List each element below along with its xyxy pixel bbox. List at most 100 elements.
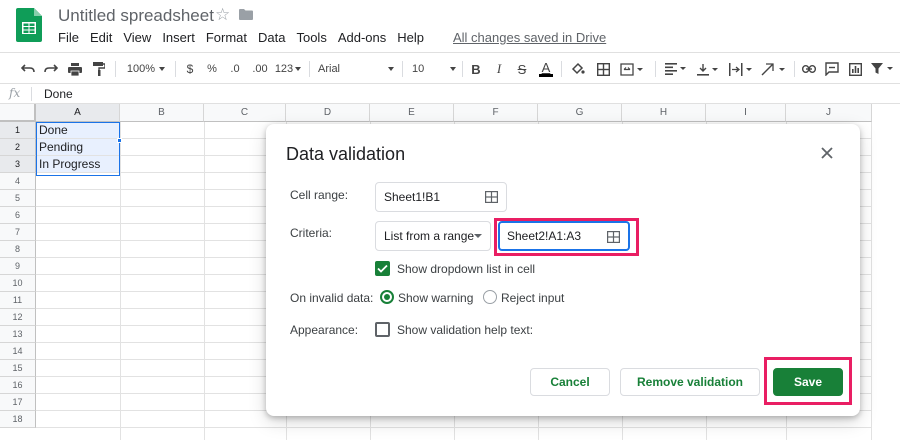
row-header-1[interactable]: 1	[0, 122, 36, 139]
column-header-j[interactable]: J	[786, 104, 872, 122]
column-header-a[interactable]: A	[36, 104, 120, 122]
dialog-title: Data validation	[286, 144, 406, 164]
insert-comment-icon[interactable]	[824, 59, 840, 79]
row-header-12[interactable]: 12	[0, 309, 36, 326]
formula-input[interactable]: Done	[44, 87, 73, 101]
row-header-11[interactable]: 11	[0, 292, 36, 309]
column-header-d[interactable]: D	[286, 104, 370, 122]
close-icon[interactable]	[820, 146, 834, 160]
font-size-value: 10	[412, 63, 425, 75]
menu-view[interactable]: View	[123, 30, 151, 48]
show-warning-radio[interactable]	[380, 290, 394, 304]
paint-format-icon[interactable]	[91, 59, 107, 79]
percent-format-button[interactable]: %	[205, 59, 219, 79]
menu-edit[interactable]: Edit	[90, 30, 112, 48]
column-header-e[interactable]: E	[370, 104, 454, 122]
row-header-2[interactable]: 2	[0, 139, 36, 156]
select-range-icon[interactable]	[485, 191, 498, 203]
redo-icon[interactable]	[43, 59, 59, 79]
column-header-i[interactable]: I	[706, 104, 786, 122]
horizontal-align-icon[interactable]	[664, 59, 688, 79]
zoom-select[interactable]: 100%	[124, 59, 168, 79]
range-highlight-annotation	[494, 218, 639, 256]
print-icon[interactable]	[67, 59, 83, 79]
vertical-align-icon[interactable]	[696, 59, 720, 79]
filter-icon[interactable]	[870, 59, 896, 79]
document-title[interactable]: Untitled spreadsheet	[58, 6, 214, 26]
undo-icon[interactable]	[20, 59, 36, 79]
borders-icon[interactable]	[595, 59, 611, 79]
sheets-logo-icon[interactable]	[16, 8, 42, 42]
row-header-17[interactable]: 17	[0, 394, 36, 411]
menu-insert[interactable]: Insert	[162, 30, 195, 48]
row-header-7[interactable]: 7	[0, 224, 36, 241]
increase-decimal-button[interactable]: .00	[250, 59, 270, 79]
row-header-9[interactable]: 9	[0, 258, 36, 275]
remove-validation-button[interactable]: Remove validation	[620, 368, 760, 396]
row-header-10[interactable]: 10	[0, 275, 36, 292]
menu-data[interactable]: Data	[258, 30, 285, 48]
criteria-type-value: List from a range	[384, 229, 475, 243]
save-status-link[interactable]: All changes saved in Drive	[453, 30, 606, 48]
toolbar: 100% $ % .0 .00 123 Arial 10 B I S A	[0, 52, 900, 84]
menu-addons[interactable]: Add-ons	[338, 30, 386, 48]
merge-cells-icon[interactable]	[619, 59, 645, 79]
validation-help-text-checkbox[interactable]	[375, 322, 390, 337]
text-wrapping-icon[interactable]	[728, 59, 754, 79]
row-header-15[interactable]: 15	[0, 360, 36, 377]
menu-tools[interactable]: Tools	[296, 30, 326, 48]
reject-input-radio[interactable]	[483, 290, 497, 304]
decrease-decimal-button[interactable]: .0	[226, 59, 244, 79]
insert-link-icon[interactable]	[801, 59, 817, 79]
show-dropdown-label: Show dropdown list in cell	[397, 262, 536, 276]
selection-outline	[36, 122, 120, 176]
row-header-4[interactable]: 4	[0, 173, 36, 190]
criteria-type-select[interactable]: List from a range	[375, 221, 491, 251]
menu-help[interactable]: Help	[397, 30, 424, 48]
strikethrough-button[interactable]: S	[515, 59, 529, 79]
number-format-select[interactable]: 123	[274, 59, 302, 79]
app-header: Untitled spreadsheet ☆ File Edit View In…	[0, 0, 900, 52]
menu-format[interactable]: Format	[206, 30, 247, 48]
insert-chart-icon[interactable]	[847, 59, 863, 79]
reject-input-label: Reject input	[501, 291, 565, 305]
row-header-8[interactable]: 8	[0, 241, 36, 258]
fx-icon: fx	[9, 86, 21, 100]
select-all-corner[interactable]	[0, 104, 36, 122]
row-header-3[interactable]: 3	[0, 156, 36, 173]
cell-range-input[interactable]: Sheet1!B1	[375, 182, 507, 212]
cell-range-value: Sheet1!B1	[384, 190, 441, 204]
column-header-f[interactable]: F	[454, 104, 538, 122]
folder-icon[interactable]	[239, 9, 253, 20]
row-header-18[interactable]: 18	[0, 411, 36, 428]
star-icon[interactable]: ☆	[215, 5, 230, 25]
zoom-value: 100%	[126, 63, 156, 75]
currency-format-button[interactable]: $	[183, 59, 197, 79]
number-format-label: 123	[274, 63, 294, 75]
appearance-label: Appearance:	[290, 323, 359, 337]
font-family-select[interactable]: Arial	[318, 59, 394, 79]
formula-bar: fx Done	[0, 84, 900, 104]
data-validation-dialog: Data validation Cell range: Sheet1!B1 Cr…	[266, 124, 860, 416]
row-header-6[interactable]: 6	[0, 207, 36, 224]
column-header-b[interactable]: B	[120, 104, 204, 122]
column-header-c[interactable]: C	[204, 104, 286, 122]
fill-handle[interactable]	[117, 138, 122, 143]
row-header-13[interactable]: 13	[0, 326, 36, 343]
text-rotation-icon[interactable]	[760, 59, 788, 79]
text-color-button[interactable]: A	[538, 59, 554, 79]
show-dropdown-checkbox[interactable]	[375, 261, 390, 276]
row-header-14[interactable]: 14	[0, 343, 36, 360]
cancel-button[interactable]: Cancel	[530, 368, 610, 396]
menu-file[interactable]: File	[58, 30, 79, 48]
row-header-16[interactable]: 16	[0, 377, 36, 394]
font-size-select[interactable]: 10	[412, 59, 456, 79]
chevron-down-icon	[295, 67, 302, 71]
save-highlight-annotation	[764, 357, 852, 405]
column-header-h[interactable]: H	[622, 104, 706, 122]
row-header-5[interactable]: 5	[0, 190, 36, 207]
fill-color-icon[interactable]	[570, 59, 586, 79]
bold-button[interactable]: B	[469, 59, 483, 79]
column-header-g[interactable]: G	[538, 104, 622, 122]
italic-button[interactable]: I	[492, 59, 506, 79]
